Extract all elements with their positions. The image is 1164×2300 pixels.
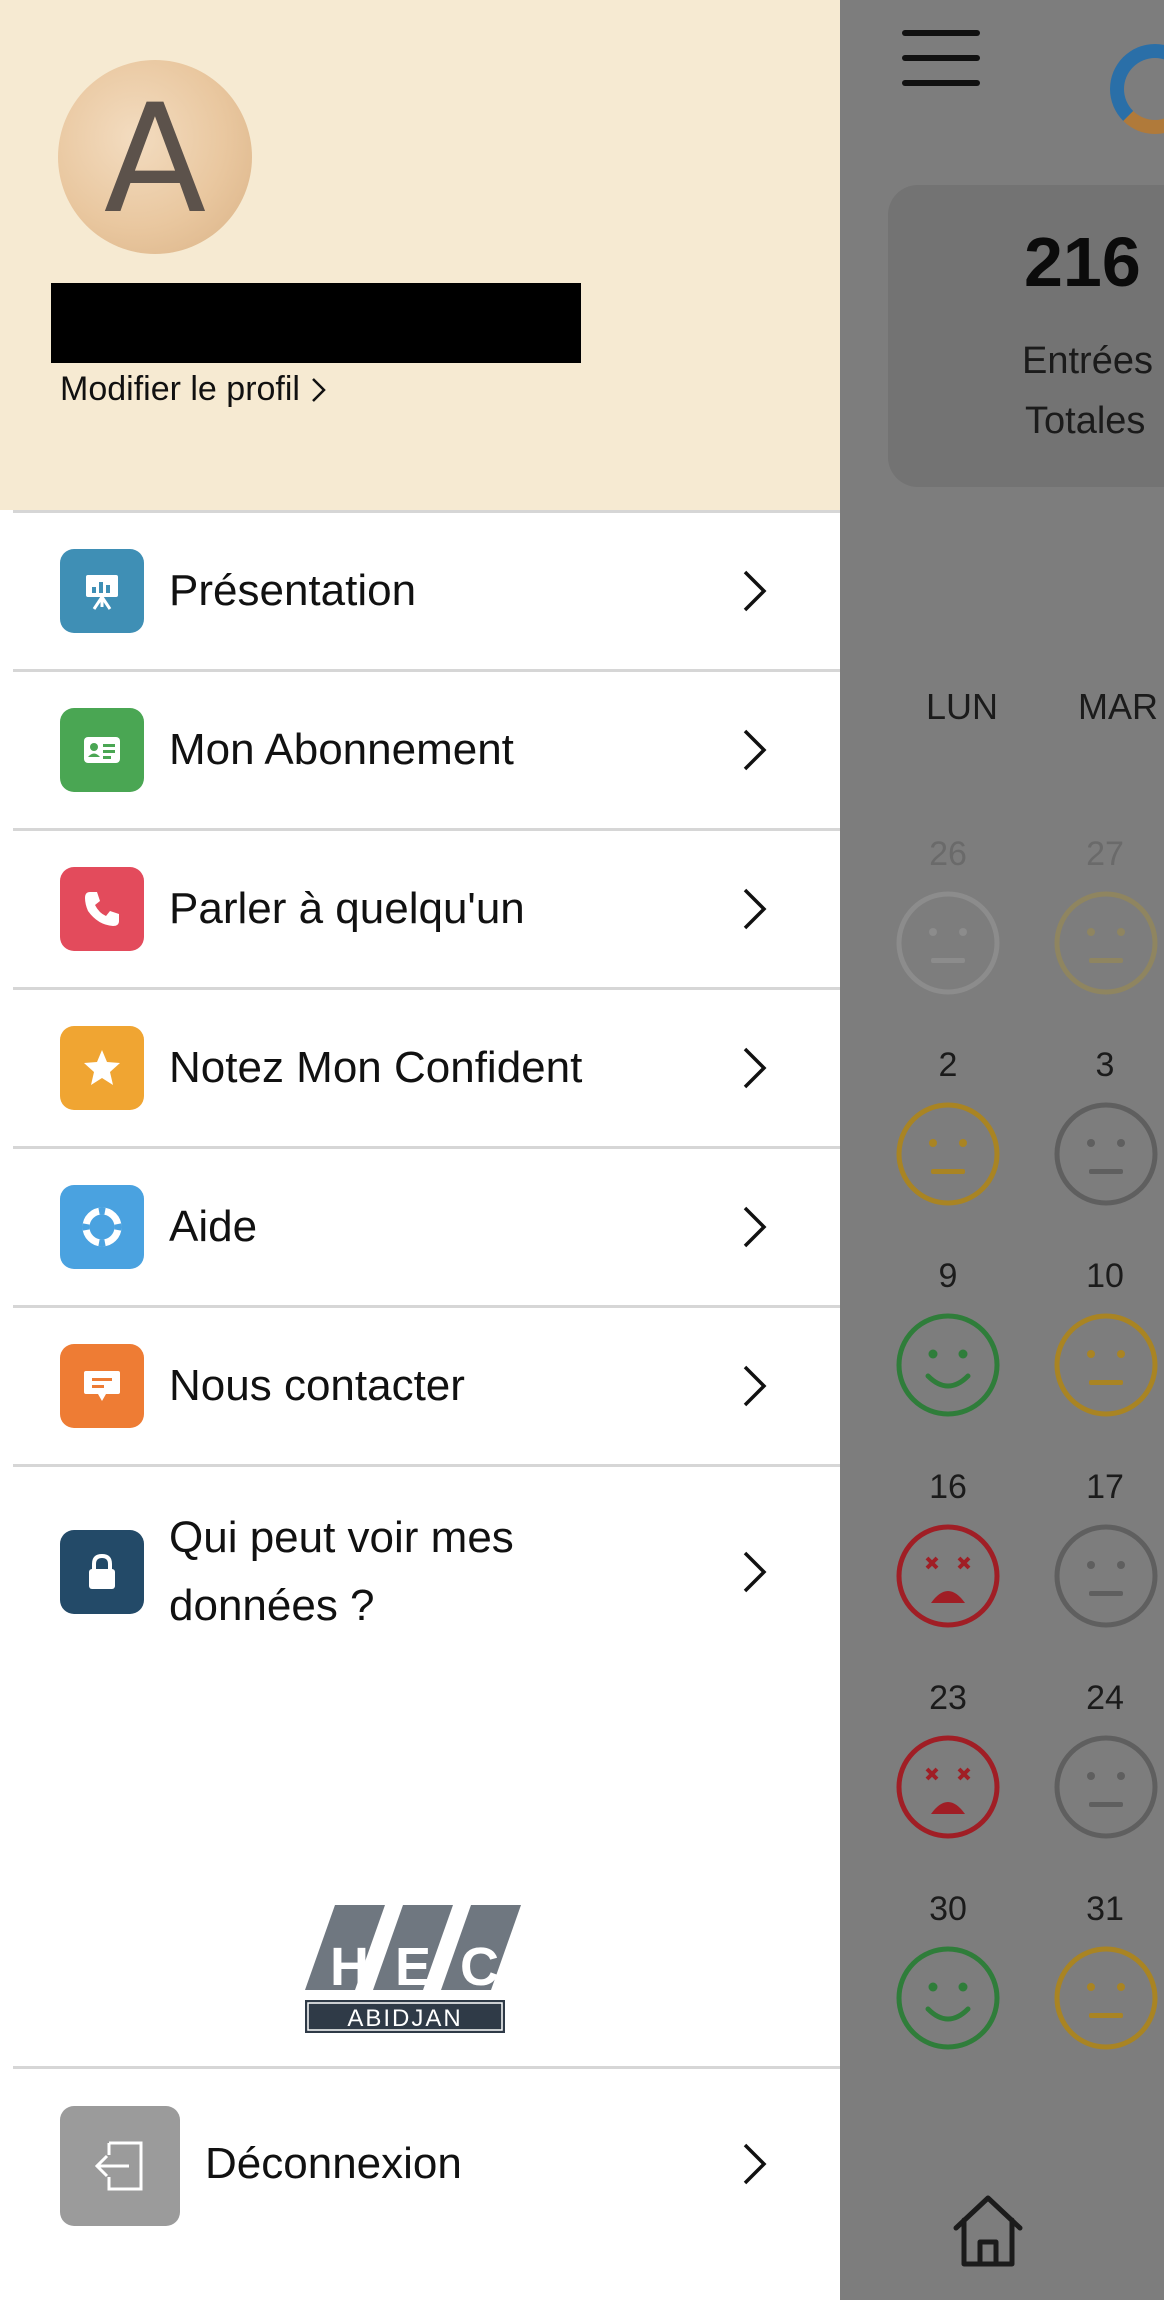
- menu-item-label: Parler à quelqu'un: [169, 884, 525, 933]
- calendar-day-number: 26: [929, 835, 967, 873]
- chevron-right-icon: [743, 1365, 767, 1407]
- menu-item-label: Présentation: [169, 566, 417, 615]
- logo-letter-e: E: [395, 1937, 431, 1997]
- chevron-right-icon: [312, 377, 326, 402]
- avatar-initial: A: [103, 73, 207, 247]
- menu-item-label: Mon Abonnement: [169, 725, 514, 774]
- hec-abidjan-logo: H E C ABIDJAN: [305, 1905, 521, 2033]
- profile-header: A Modifier le profil: [0, 0, 840, 510]
- chevron-right-icon: [743, 729, 767, 771]
- logo-letter-c: C: [460, 1937, 499, 1997]
- calendar-day-number: 16: [929, 1468, 967, 1506]
- chevron-right-icon: [743, 1551, 767, 1593]
- menu-item-label: Qui peut voir mes données ?: [169, 1513, 514, 1630]
- menu-item-data-privacy[interactable]: Qui peut voir mes données ?: [13, 1467, 840, 1677]
- happy-face-icon[interactable]: [895, 1312, 1001, 1418]
- chevron-right-icon: [743, 2143, 767, 2185]
- menu-item-help[interactable]: Aide: [13, 1149, 840, 1308]
- menu-item-label: Aide: [169, 1202, 258, 1251]
- total-entries-value: 216: [1024, 223, 1141, 301]
- calendar-day-number: 9: [938, 1257, 958, 1295]
- neutral-face-icon[interactable]: [1053, 1734, 1159, 1840]
- neutral-face-icon[interactable]: [895, 890, 1001, 996]
- neutral-face-icon[interactable]: [1053, 1523, 1159, 1629]
- happy-face-icon[interactable]: [895, 1945, 1001, 2051]
- day-header-tue: MAR: [1078, 686, 1158, 727]
- drawer-menu: Présentation Mon Abonnement Parler à que…: [13, 510, 840, 1677]
- lock-icon: [60, 1530, 144, 1614]
- total-entries-label-line2: Totales: [1025, 400, 1146, 442]
- neutral-face-icon[interactable]: [1053, 1101, 1159, 1207]
- calendar-day-number: 27: [1086, 835, 1124, 873]
- menu-item-label: Notez Mon Confident: [169, 1043, 583, 1092]
- logo-letter-h: H: [330, 1937, 369, 1997]
- star-icon: [60, 1026, 144, 1110]
- total-entries-label: Entrées: [1022, 340, 1153, 382]
- neutral-face-icon[interactable]: [1053, 1945, 1159, 2051]
- presentation-icon: [60, 549, 144, 633]
- home-icon[interactable]: [948, 2190, 1028, 2270]
- calendar-day-number: 31: [1086, 1890, 1124, 1928]
- calendar-day-number: 24: [1086, 1679, 1124, 1717]
- calendar-day-number: 3: [1095, 1046, 1115, 1084]
- menu-item-talk-to-someone[interactable]: Parler à quelqu'un: [13, 831, 840, 990]
- phone-icon: [60, 867, 144, 951]
- edit-profile-label: Modifier le profil: [60, 370, 300, 408]
- calendar-day-number: 17: [1086, 1468, 1124, 1506]
- logout-icon: [60, 2106, 180, 2226]
- menu-icon[interactable]: [902, 30, 980, 86]
- id-card-icon: [60, 708, 144, 792]
- calendar-day-number: 30: [929, 1890, 967, 1928]
- lifebuoy-icon: [60, 1185, 144, 1269]
- day-header-mon: LUN: [926, 686, 999, 727]
- logout-button[interactable]: Déconnexion: [13, 2069, 840, 2259]
- chevron-right-icon: [743, 888, 767, 930]
- neutral-face-icon[interactable]: [1053, 1312, 1159, 1418]
- logo-city: ABIDJAN: [347, 2005, 462, 2032]
- user-name-redacted: [51, 283, 581, 363]
- sad-face-icon[interactable]: [895, 1523, 1001, 1629]
- menu-item-contact-us[interactable]: Nous contacter: [13, 1308, 840, 1467]
- menu-item-presentation[interactable]: Présentation: [13, 513, 840, 672]
- calendar-day-number: 2: [938, 1046, 958, 1084]
- chevron-right-icon: [743, 570, 767, 612]
- chevron-right-icon: [743, 1206, 767, 1248]
- side-drawer: A Modifier le profil Présentation Mon Ab…: [0, 0, 840, 2300]
- menu-item-rate-app[interactable]: Notez Mon Confident: [13, 990, 840, 1149]
- neutral-face-icon[interactable]: [1053, 890, 1159, 996]
- neutral-face-icon[interactable]: [895, 1101, 1001, 1207]
- chevron-right-icon: [743, 1047, 767, 1089]
- sad-face-icon[interactable]: [895, 1734, 1001, 1840]
- calendar-day-number: 10: [1086, 1257, 1124, 1295]
- menu-item-label: Nous contacter: [169, 1361, 465, 1410]
- calendar-day-number: 23: [929, 1679, 967, 1717]
- app-logo-icon: [1110, 44, 1164, 134]
- chat-icon: [60, 1344, 144, 1428]
- avatar[interactable]: A: [58, 60, 252, 254]
- edit-profile-link[interactable]: Modifier le profil: [60, 370, 328, 409]
- menu-item-subscription[interactable]: Mon Abonnement: [13, 672, 840, 831]
- logout-label: Déconnexion: [205, 2139, 462, 2188]
